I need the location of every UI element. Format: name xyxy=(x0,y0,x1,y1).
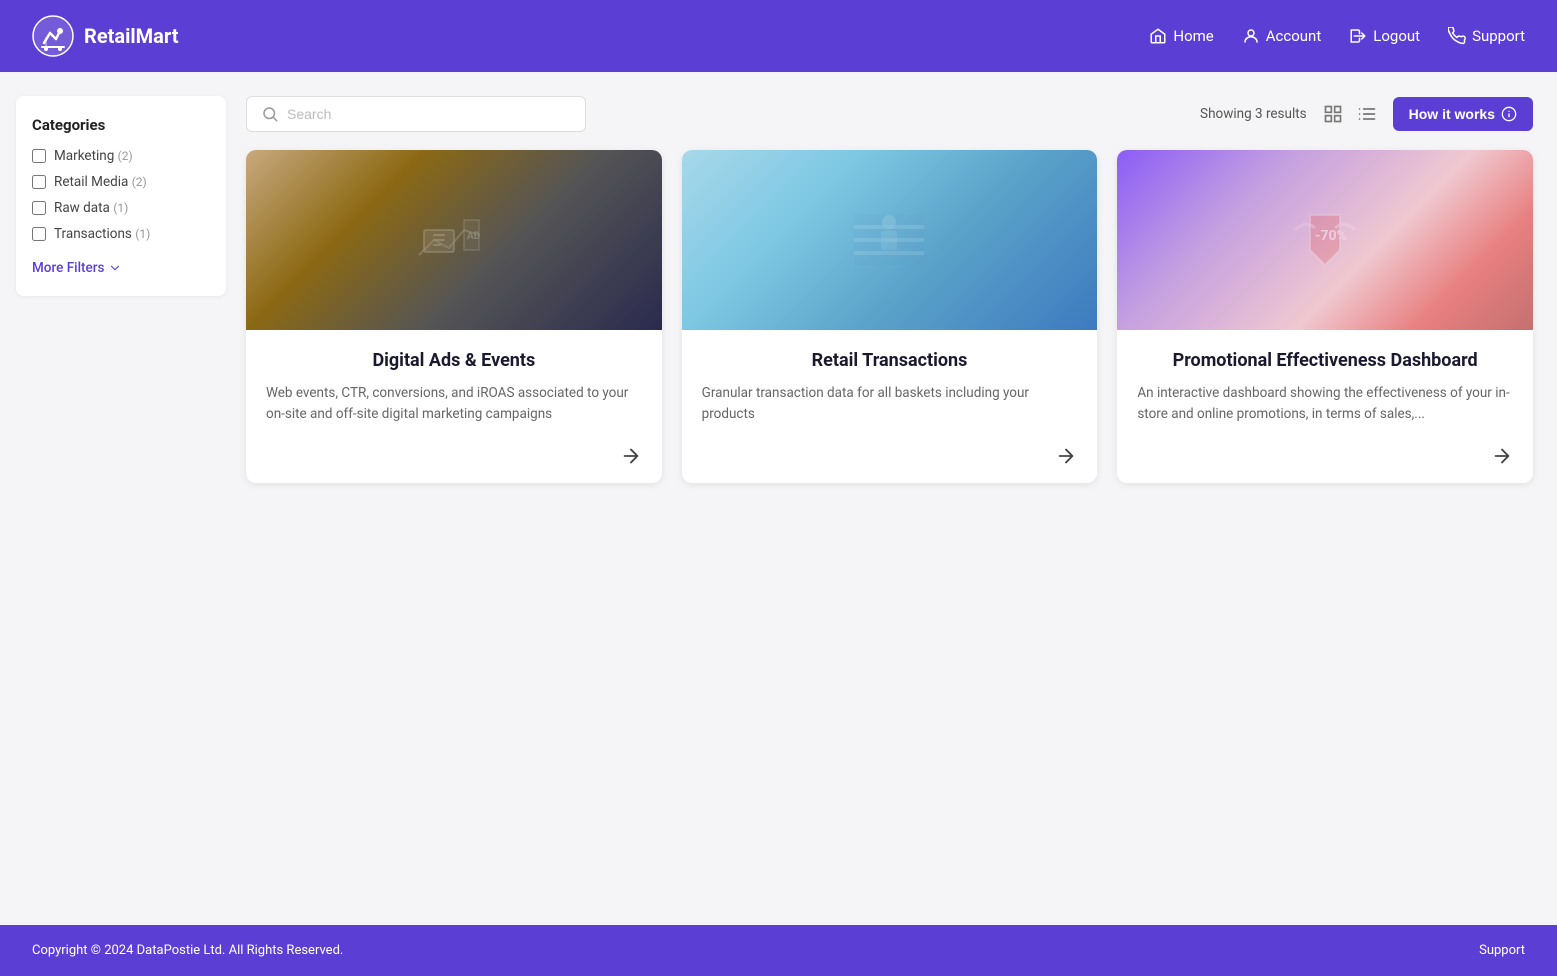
card-digital-ads-image: AD xyxy=(246,150,662,330)
card-retail-transactions[interactable]: Retail Transactions Granular transaction… xyxy=(682,150,1098,483)
filter-raw-data[interactable]: Raw data (1) xyxy=(32,200,210,216)
footer-support[interactable]: Support xyxy=(1479,943,1525,958)
logo-area: RetailMart xyxy=(32,15,1149,57)
logo-text: RetailMart xyxy=(84,24,178,48)
card-digital-ads-body: Digital Ads & Events Web events, CTR, co… xyxy=(246,330,662,483)
home-icon xyxy=(1149,27,1167,45)
filter-raw-data-checkbox[interactable] xyxy=(32,201,46,215)
search-input[interactable] xyxy=(287,106,571,122)
filter-transactions-checkbox[interactable] xyxy=(32,227,46,241)
card-promotional-dashboard-image: -70% xyxy=(1117,150,1533,330)
filter-marketing-checkbox[interactable] xyxy=(32,149,46,163)
right-panel: Showing 3 results How it works xyxy=(246,96,1533,901)
list-icon xyxy=(1357,104,1377,124)
card-retail-transactions-image xyxy=(682,150,1098,330)
more-filters-button[interactable]: More Filters xyxy=(32,260,210,276)
view-toggle xyxy=(1319,100,1381,128)
footer: Copyright © 2024 DataPostie Ltd. All Rig… xyxy=(0,925,1557,976)
footer-copyright: Copyright © 2024 DataPostie Ltd. All Rig… xyxy=(32,943,343,958)
grid-icon xyxy=(1323,104,1343,124)
search-icon xyxy=(261,105,279,123)
results-count: Showing 3 results xyxy=(1200,106,1307,122)
card-digital-ads-title: Digital Ads & Events xyxy=(266,350,642,371)
filter-marketing-label: Marketing (2) xyxy=(54,148,133,164)
logo-icon xyxy=(32,15,74,57)
filter-retail-media-checkbox[interactable] xyxy=(32,175,46,189)
card-promotional-dashboard-description: An interactive dashboard showing the eff… xyxy=(1137,383,1513,425)
card-retail-transactions-body: Retail Transactions Granular transaction… xyxy=(682,330,1098,483)
card-promotional-dashboard[interactable]: -70% Promotional Effectiveness Dashboard… xyxy=(1117,150,1533,483)
card-promotional-dashboard-arrow[interactable] xyxy=(1137,445,1513,467)
svg-text:-70%: -70% xyxy=(1315,228,1347,244)
how-it-works-button[interactable]: How it works xyxy=(1393,97,1533,131)
logout-icon xyxy=(1349,27,1367,45)
nav-support[interactable]: Support xyxy=(1448,27,1525,45)
nav-account[interactable]: Account xyxy=(1242,27,1322,45)
support-icon xyxy=(1448,27,1466,45)
account-icon xyxy=(1242,27,1260,45)
card-retail-transactions-title: Retail Transactions xyxy=(702,350,1078,371)
card-img-svg-2 xyxy=(849,200,929,280)
sidebar: Categories Marketing (2) Retail Media (2… xyxy=(16,96,226,296)
card-digital-ads-arrow[interactable] xyxy=(266,445,642,467)
card-img-svg-1: AD xyxy=(414,200,494,280)
card-img-svg-3: -70% xyxy=(1285,200,1365,280)
info-icon xyxy=(1501,106,1517,122)
card-retail-transactions-description: Granular transaction data for all basket… xyxy=(702,383,1078,425)
toolbar-right: Showing 3 results How it works xyxy=(1200,97,1533,131)
categories-title: Categories xyxy=(32,116,210,134)
filter-transactions-label: Transactions (1) xyxy=(54,226,150,242)
filter-retail-media[interactable]: Retail Media (2) xyxy=(32,174,210,190)
toolbar: Showing 3 results How it works xyxy=(246,96,1533,132)
cards-grid: AD Digital Ads & Events Web events, CTR,… xyxy=(246,150,1533,483)
nav-home[interactable]: Home xyxy=(1149,27,1213,45)
nav-logout[interactable]: Logout xyxy=(1349,27,1420,45)
header: RetailMart Home Account Logout Support xyxy=(0,0,1557,72)
arrow-right-icon-3 xyxy=(1491,445,1513,467)
filter-marketing[interactable]: Marketing (2) xyxy=(32,148,210,164)
list-view-button[interactable] xyxy=(1353,100,1381,128)
card-digital-ads-description: Web events, CTR, conversions, and iROAS … xyxy=(266,383,642,425)
grid-view-button[interactable] xyxy=(1319,100,1347,128)
main-content: Categories Marketing (2) Retail Media (2… xyxy=(0,72,1557,925)
search-box[interactable] xyxy=(246,96,586,132)
card-promotional-dashboard-body: Promotional Effectiveness Dashboard An i… xyxy=(1117,330,1533,483)
filter-raw-data-label: Raw data (1) xyxy=(54,200,128,216)
filter-transactions[interactable]: Transactions (1) xyxy=(32,226,210,242)
arrow-right-icon xyxy=(620,445,642,467)
card-retail-transactions-arrow[interactable] xyxy=(702,445,1078,467)
card-promotional-dashboard-title: Promotional Effectiveness Dashboard xyxy=(1137,350,1513,371)
card-digital-ads[interactable]: AD Digital Ads & Events Web events, CTR,… xyxy=(246,150,662,483)
arrow-right-icon-2 xyxy=(1055,445,1077,467)
chevron-down-icon xyxy=(108,261,122,275)
nav-links: Home Account Logout Support xyxy=(1149,27,1525,45)
filter-retail-media-label: Retail Media (2) xyxy=(54,174,147,190)
